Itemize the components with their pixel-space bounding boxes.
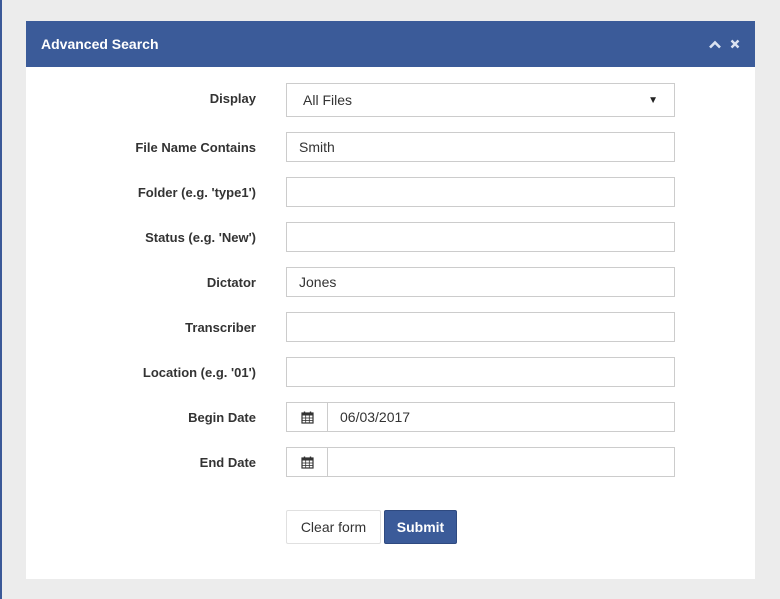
dictator-value: Jones bbox=[299, 274, 337, 290]
clear-form-button[interactable]: Clear form bbox=[286, 510, 381, 544]
transcriber-label: Transcriber bbox=[185, 319, 256, 335]
status-input[interactable] bbox=[286, 222, 675, 252]
left-edge bbox=[0, 0, 2, 599]
status-label: Status (e.g. 'New') bbox=[145, 229, 256, 245]
folder-input[interactable] bbox=[286, 177, 675, 207]
end-date-input[interactable] bbox=[327, 447, 675, 477]
file-name-input[interactable]: Smith bbox=[286, 132, 675, 162]
dictator-label: Dictator bbox=[206, 274, 256, 290]
begin-date-value: 06/03/2017 bbox=[340, 409, 411, 425]
calendar-icon[interactable] bbox=[286, 447, 327, 477]
location-label: Location (e.g. '01') bbox=[142, 364, 256, 380]
panel-header: Advanced Search bbox=[26, 21, 755, 67]
calendar-icon[interactable] bbox=[286, 402, 327, 432]
display-select[interactable]: All Files ▼ bbox=[286, 83, 675, 117]
chevron-up-icon[interactable] bbox=[709, 38, 721, 50]
panel-title: Advanced Search bbox=[41, 36, 159, 52]
end-date-group bbox=[286, 447, 675, 477]
display-value: All Files bbox=[303, 92, 353, 108]
dictator-input[interactable]: Jones bbox=[286, 267, 675, 297]
caret-down-icon: ▼ bbox=[648, 94, 658, 106]
close-icon[interactable] bbox=[729, 38, 741, 50]
folder-label: Folder (e.g. 'type1') bbox=[137, 184, 256, 200]
begin-date-input[interactable]: 06/03/2017 bbox=[327, 402, 675, 432]
begin-date-group: 06/03/2017 bbox=[286, 402, 675, 432]
location-input[interactable] bbox=[286, 357, 675, 387]
begin-date-label: Begin Date bbox=[188, 409, 256, 425]
end-date-label: End Date bbox=[199, 454, 256, 470]
panel-tools bbox=[709, 38, 741, 50]
transcriber-input[interactable] bbox=[286, 312, 675, 342]
file-name-label: File Name Contains bbox=[135, 139, 256, 155]
submit-button[interactable]: Submit bbox=[384, 510, 457, 544]
file-name-value: Smith bbox=[299, 139, 335, 155]
display-label: Display bbox=[209, 90, 256, 106]
advanced-search-panel: Advanced Search Display All Files ▼ File… bbox=[26, 21, 755, 579]
